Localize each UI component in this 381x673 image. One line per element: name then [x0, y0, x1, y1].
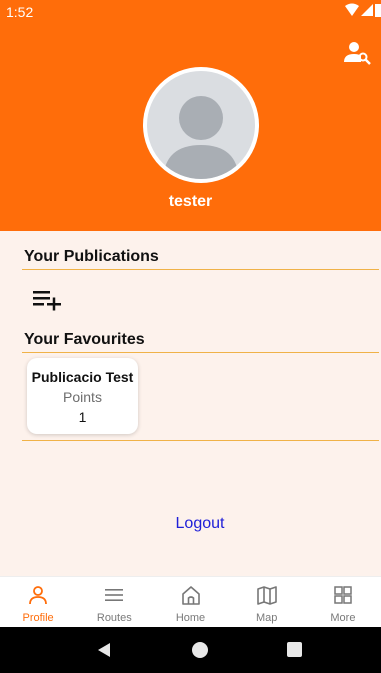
favourite-title: Publicacio Test — [31, 369, 134, 385]
status-icons — [345, 3, 381, 17]
nav-item-profile[interactable]: Profile — [0, 577, 76, 627]
nav-item-routes[interactable]: Routes — [76, 577, 152, 627]
system-home-button[interactable] — [192, 642, 208, 658]
playlist-add-icon[interactable] — [33, 287, 63, 311]
grid-icon — [334, 586, 352, 604]
status-bar: 1:52 — [0, 0, 381, 24]
favourites-divider — [22, 352, 379, 353]
favourite-points-value: 1 — [78, 409, 87, 425]
nav-label-profile: Profile — [22, 612, 54, 624]
nav-label-more: More — [330, 612, 356, 624]
manage-account-icon[interactable] — [343, 38, 371, 66]
nav-label-home: Home — [175, 612, 206, 624]
publications-title: Your Publications — [24, 248, 159, 265]
menu-icon — [105, 589, 124, 601]
publications-divider — [22, 269, 379, 270]
logout-button[interactable]: Logout — [0, 515, 381, 533]
person-icon — [29, 586, 47, 605]
favourite-points-label: Points — [63, 389, 102, 405]
system-navigation-bar — [0, 627, 381, 673]
recent-apps-button[interactable] — [287, 642, 302, 657]
nav-label-map: Map — [256, 612, 278, 624]
profile-header: tester — [0, 24, 381, 231]
wifi-icon — [345, 3, 359, 16]
nav-item-home[interactable]: Home — [152, 577, 228, 627]
nav-item-map[interactable]: Map — [229, 577, 305, 627]
status-time: 1:52 — [6, 4, 34, 20]
home-icon — [181, 586, 200, 605]
favourite-card[interactable]: Publicacio Test Points 1 — [27, 358, 138, 434]
map-icon — [256, 586, 277, 605]
signal-icon — [361, 4, 373, 16]
nav-item-more[interactable]: More — [305, 577, 381, 627]
favourites-title: Your Favourites — [24, 331, 145, 348]
person-silhouette-icon — [163, 96, 239, 179]
avatar[interactable] — [143, 67, 259, 183]
bottom-navigation: Profile Routes Home Map More — [0, 576, 381, 627]
battery-icon — [375, 4, 381, 17]
favourites-bottom-divider — [22, 440, 379, 441]
username: tester — [168, 193, 213, 210]
avatar-placeholder — [147, 71, 255, 179]
back-icon[interactable] — [96, 642, 112, 658]
nav-label-routes: Routes — [96, 612, 132, 624]
